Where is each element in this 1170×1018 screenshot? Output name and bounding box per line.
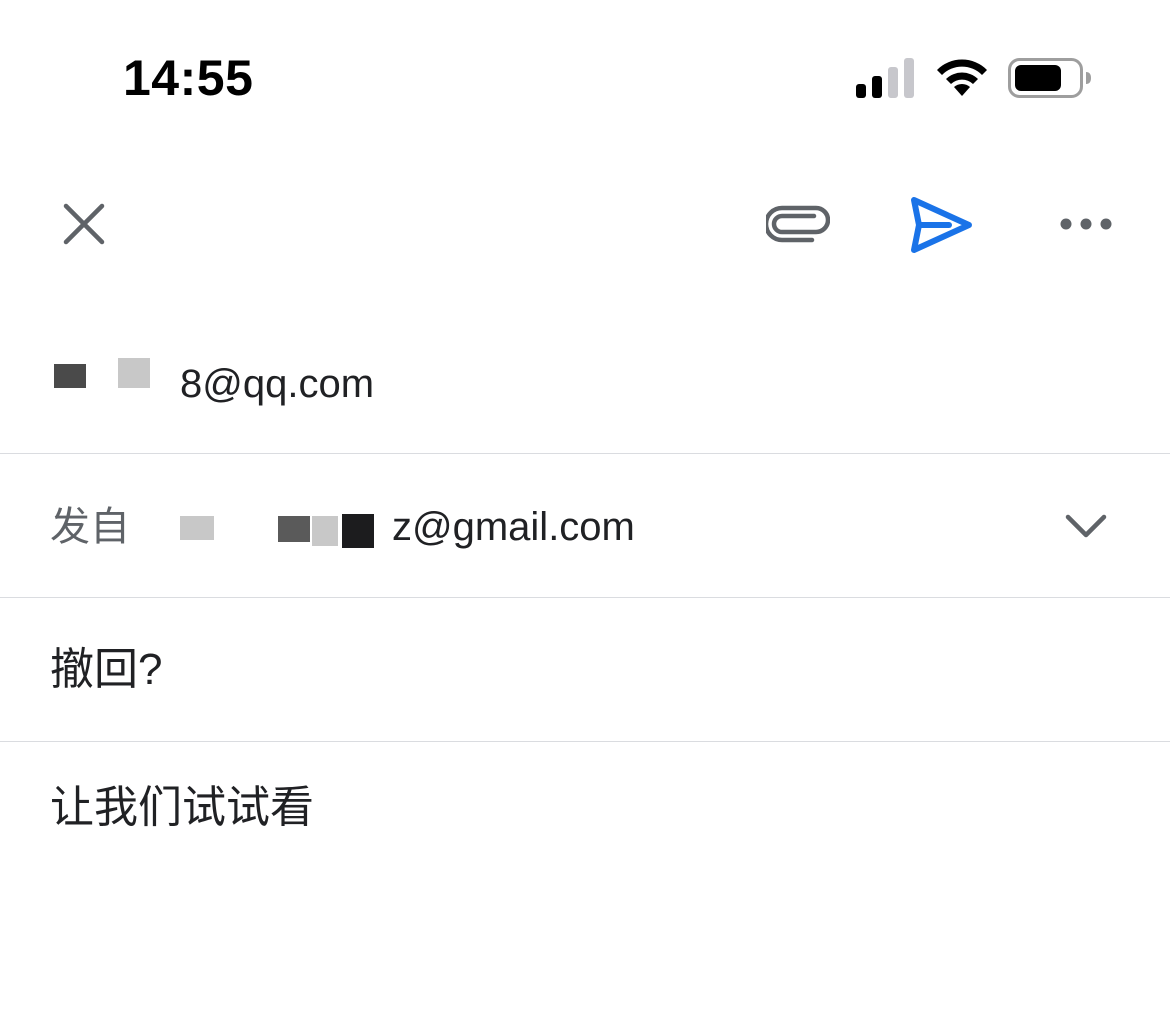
battery-icon (1008, 58, 1091, 98)
redacted-block (312, 516, 338, 546)
wifi-icon (937, 59, 987, 96)
to-field-row[interactable]: 8@qq.com (0, 310, 1170, 454)
close-icon (63, 203, 105, 245)
close-button[interactable] (52, 192, 116, 256)
subject-field[interactable]: 撤回? (50, 644, 1120, 696)
more-options-button[interactable] (1054, 192, 1118, 256)
redacted-block (342, 514, 374, 548)
redacted-block (118, 358, 150, 388)
status-time: 14:55 (123, 50, 254, 106)
paperclip-icon (766, 205, 830, 243)
send-icon (911, 197, 972, 253)
from-account: z@gmail.com (392, 505, 635, 549)
from-field-row[interactable]: 发自 z@gmail.com (0, 454, 1170, 598)
from-account-dropdown[interactable] (1058, 500, 1114, 552)
subject-field-row[interactable]: 撤回? (0, 598, 1170, 742)
redacted-block (278, 516, 310, 542)
more-horizontal-icon (1060, 218, 1112, 230)
compose-toolbar (0, 180, 1170, 270)
attach-button[interactable] (760, 192, 836, 256)
from-label: 发自 (50, 505, 130, 549)
send-button[interactable] (904, 190, 978, 260)
redacted-block (180, 516, 214, 540)
status-bar: 14:55 (0, 0, 1170, 150)
redacted-block (54, 364, 86, 388)
message-body[interactable]: 让我们试试看 (50, 782, 1120, 834)
cellular-signal-icon (856, 58, 914, 98)
to-recipient[interactable]: 8@qq.com (180, 362, 374, 406)
chevron-down-icon (1065, 514, 1107, 538)
